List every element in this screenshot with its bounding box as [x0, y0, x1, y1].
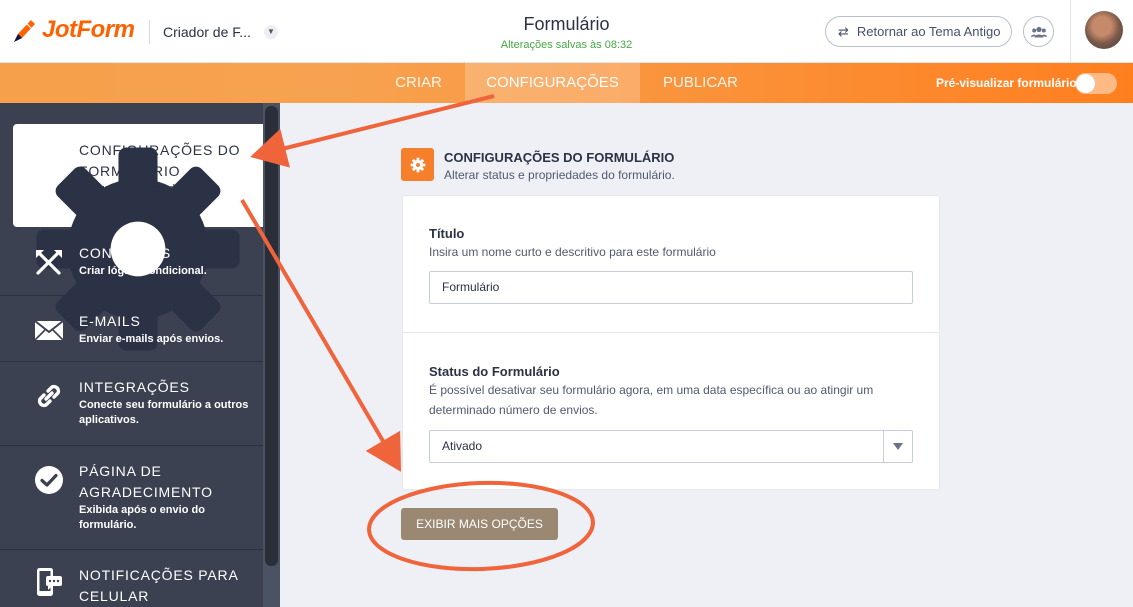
status-field-label: Status do Formulário — [429, 364, 560, 379]
preview-form-label: Pré-visualizar formulário — [936, 76, 1077, 90]
tab-configuracoes[interactable]: CONFIGURAÇÕES — [465, 63, 640, 103]
return-old-theme-button[interactable]: ⇄ Retornar ao Tema Antigo — [825, 16, 1012, 47]
sidebar-scrollbar-thumb[interactable] — [265, 106, 278, 566]
team-button[interactable] — [1023, 16, 1054, 47]
logo-text: JotForm — [42, 16, 135, 43]
link-icon — [37, 384, 61, 408]
form-status-value: Ativado — [442, 439, 483, 453]
sidebar-item-thank-you-page[interactable]: PÁGINA DE AGRADECIMENTO Exibida após o e… — [0, 446, 263, 550]
pencil-logo-icon — [10, 16, 38, 44]
sidebar-item-desc: Enviar e-mails após envios. — [79, 333, 224, 345]
chevron-down-icon[interactable]: ▼ — [264, 25, 278, 39]
gear-icon — [410, 157, 425, 172]
sidebar-item-desc: Status e propriedades do formulário. — [79, 183, 202, 210]
sidebar-item-conditions[interactable]: CONDIÇÕES Criar lógica condicional. — [0, 228, 263, 296]
sidebar-item-desc: Criar lógica condicional. — [79, 265, 207, 277]
sidebar-item-integrations[interactable]: INTEGRAÇÕES Conecte seu formulário a out… — [0, 362, 263, 446]
status-field-help-line1: É possível desativar seu formulário agor… — [429, 383, 874, 397]
save-status: Alterações salvas às 08:32 — [500, 39, 633, 51]
sidebar-item-emails[interactable]: E-MAILS Enviar e-mails após envios. — [0, 296, 263, 362]
team-icon — [1030, 26, 1047, 37]
form-title[interactable]: Formulário — [420, 14, 713, 35]
sidebar-item-title: PÁGINA DE AGRADECIMENTO — [79, 463, 213, 500]
avatar[interactable] — [1085, 11, 1123, 49]
form-status-select[interactable]: Ativado — [429, 430, 913, 463]
sidebar-item-form-settings[interactable]: CONFIGURAÇÕES DO FORMULÁRIO Status e pro… — [13, 124, 263, 351]
sidebar-item-mobile-notifications[interactable]: NOTIFICAÇÕES PARA CELULAR — [0, 550, 263, 607]
sidebar-item-title: CONDIÇÕES — [79, 245, 171, 261]
return-old-theme-label: Retornar ao Tema Antigo — [856, 24, 1001, 39]
title-field-help: Insira um nome curto e descritivo para e… — [429, 245, 716, 259]
toggle-knob — [1076, 74, 1095, 93]
card-divider — [402, 332, 940, 333]
check-circle-icon — [35, 466, 63, 494]
sidebar-item-title: NOTIFICAÇÕES PARA CELULAR — [79, 567, 238, 604]
status-field-help-line2: determinado número de envios. — [429, 403, 598, 417]
section-title: CONFIGURAÇÕES DO FORMULÁRIO — [444, 150, 675, 165]
annotation-arrow — [250, 94, 495, 168]
dropdown-arrow-icon[interactable] — [883, 431, 912, 462]
settings-section-icon — [401, 148, 434, 181]
mobile-notification-icon — [37, 568, 62, 596]
sidebar-item-title: CONFIGURAÇÕES DO FORMULÁRIO — [79, 142, 241, 179]
envelope-icon — [34, 320, 64, 341]
conditions-icon — [36, 250, 62, 275]
sidebar-item-desc: Exibida após o envio do formulário. — [79, 504, 205, 531]
sidebar-item-title: INTEGRAÇÕES — [79, 379, 190, 395]
top-header: JotForm Criador de F... ▼ Formulário Alt… — [0, 0, 1133, 63]
builder-nav: CRIAR CONFIGURAÇÕES PUBLICAR Pré-visuali… — [0, 63, 1133, 103]
form-builder-menu[interactable]: Criador de F... — [163, 24, 251, 40]
jotform-logo[interactable]: JotForm — [10, 16, 135, 44]
sidebar-item-title: E-MAILS — [79, 313, 141, 329]
show-more-options-button[interactable]: EXIBIR MAIS OPÇÕES — [401, 508, 558, 540]
swap-arrows-icon: ⇄ — [838, 23, 849, 39]
header-divider — [149, 20, 150, 44]
preview-toggle[interactable] — [1075, 73, 1117, 94]
sidebar-item-desc: Conecte seu formulário a outros aplicati… — [79, 399, 249, 426]
user-menu[interactable] — [1070, 0, 1133, 63]
tab-publicar[interactable]: PUBLICAR — [648, 63, 753, 103]
title-field-label: Título — [429, 226, 465, 241]
form-title-input[interactable]: Formulário — [429, 271, 913, 304]
section-subtitle: Alterar status e propriedades do formulá… — [444, 168, 675, 182]
tab-criar[interactable]: CRIAR — [381, 63, 456, 103]
